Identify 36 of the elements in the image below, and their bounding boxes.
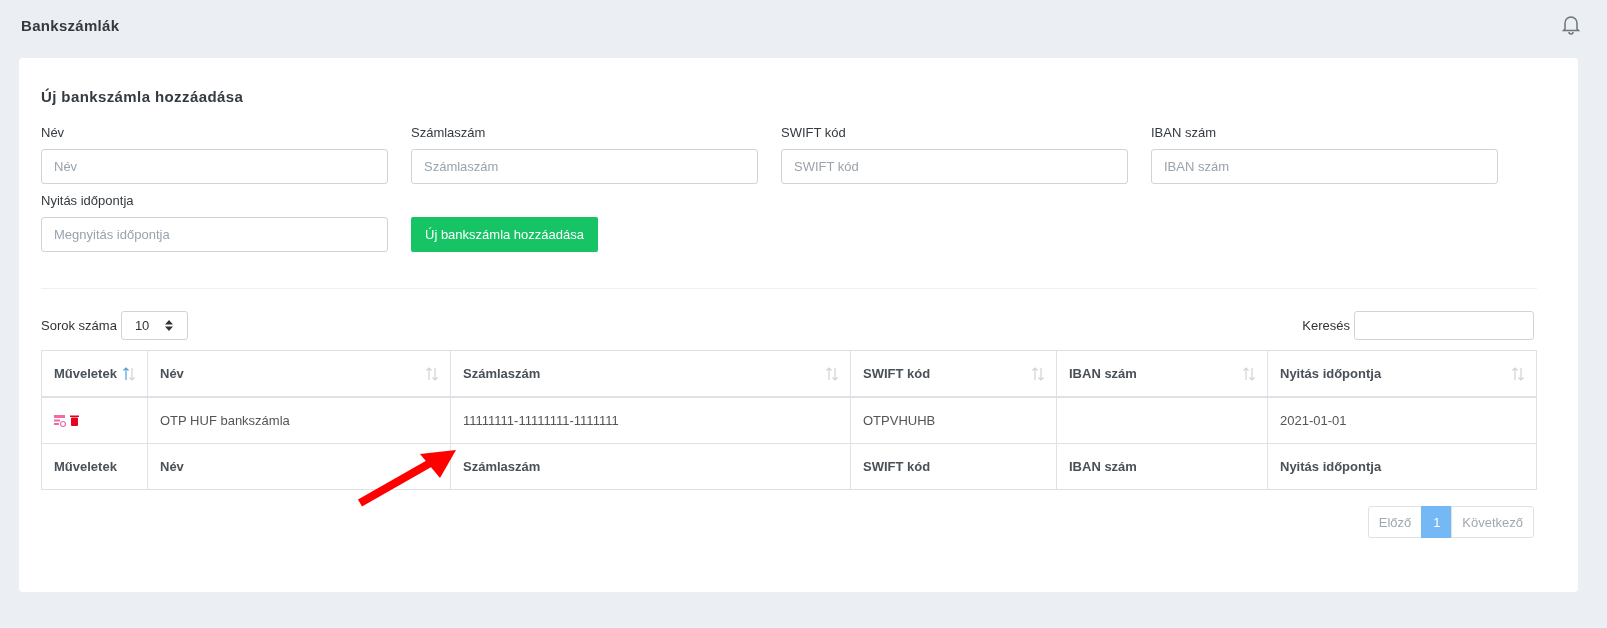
field-label: Név — [41, 125, 66, 140]
column-footer: Nyitás időpontja — [1280, 459, 1382, 474]
search-field[interactable] — [1354, 311, 1534, 340]
opening-date-cell: 2021-01-01 — [1280, 413, 1347, 428]
column-footer: Név — [160, 459, 184, 474]
sort-caret-icon — [165, 320, 174, 331]
input-field[interactable]: Megnyitás időpontja — [41, 217, 388, 252]
rows-count-select[interactable]: 10 — [120, 311, 189, 340]
input-field[interactable]: Számlaszám — [411, 149, 758, 184]
delete-icon[interactable] — [70, 415, 79, 426]
search-label: Keresés — [1302, 318, 1350, 333]
form-title: Új bankszámla hozzáadása — [41, 88, 245, 105]
input-field[interactable]: SWIFT kód — [781, 149, 1128, 184]
column-footer: SWIFT kód — [863, 459, 931, 474]
field-label: Nyitás időpontja — [41, 193, 135, 208]
page-title: Bankszámlák — [21, 16, 120, 34]
column-header[interactable]: Műveletek — [41, 350, 148, 397]
column-footer: Műveletek — [54, 459, 117, 474]
input-field[interactable]: IBAN szám — [1151, 149, 1498, 184]
column-header[interactable]: IBAN szám — [1056, 350, 1268, 397]
edit-icon[interactable] — [54, 414, 66, 427]
rows-count-label: Sorok száma — [41, 318, 117, 333]
field-label: SWIFT kód — [781, 125, 847, 140]
swift-code-cell: OTPVHUHB — [863, 413, 936, 428]
field-label: Számlaszám — [411, 125, 487, 140]
column-header[interactable]: SWIFT kód — [850, 350, 1057, 397]
column-footer: IBAN szám — [1069, 459, 1137, 474]
input-field[interactable]: Név — [41, 149, 388, 184]
notification-bell-icon[interactable] — [1562, 15, 1580, 35]
field-label: IBAN szám — [1151, 125, 1217, 140]
column-header[interactable]: Név — [147, 350, 451, 397]
column-header[interactable]: Számlaszám — [450, 350, 851, 397]
column-header[interactable]: Nyitás időpontja — [1267, 350, 1537, 397]
column-footer: Számlaszám — [463, 459, 541, 474]
name-cell: OTP HUF bankszámla — [160, 413, 290, 428]
account-number-cell: 11111111-11111111-1111111 — [463, 413, 619, 428]
